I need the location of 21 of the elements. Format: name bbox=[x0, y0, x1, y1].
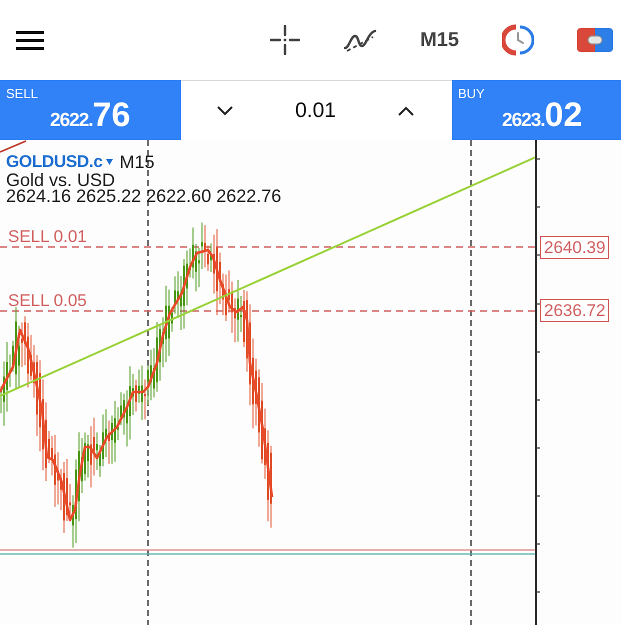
buy-button[interactable]: BUY 2623.02 bbox=[452, 80, 621, 140]
menu-icon[interactable] bbox=[16, 30, 44, 50]
chevron-down-icon[interactable] bbox=[217, 106, 233, 116]
order-label: SELL 0.05 bbox=[8, 293, 87, 309]
volume-field[interactable]: 0.01 bbox=[295, 98, 336, 122]
timeframe-label: M15 bbox=[119, 153, 154, 171]
order-label: SELL 0.01 bbox=[8, 229, 87, 245]
symbol-name[interactable]: GOLDUSD.c bbox=[6, 153, 102, 171]
symbol-description: Gold vs. USD bbox=[6, 172, 116, 188]
price-tag: 2636.72 bbox=[540, 299, 610, 322]
trend-line bbox=[0, 140, 26, 153]
clock-icon[interactable] bbox=[502, 24, 534, 56]
ohlc-values: 2624.16 2625.22 2622.60 2622.76 bbox=[6, 188, 282, 204]
price-tag: 2640.39 bbox=[540, 236, 610, 259]
sell-button[interactable]: SELL 2622.76 bbox=[0, 80, 181, 140]
curve-icon[interactable] bbox=[343, 28, 378, 52]
chevron-up-icon[interactable] bbox=[398, 106, 414, 116]
timeframe-button[interactable]: M15 bbox=[420, 28, 459, 52]
toggle-icon[interactable] bbox=[577, 28, 613, 52]
dropdown-caret-icon[interactable] bbox=[106, 159, 114, 165]
crosshair-icon[interactable] bbox=[270, 25, 300, 55]
